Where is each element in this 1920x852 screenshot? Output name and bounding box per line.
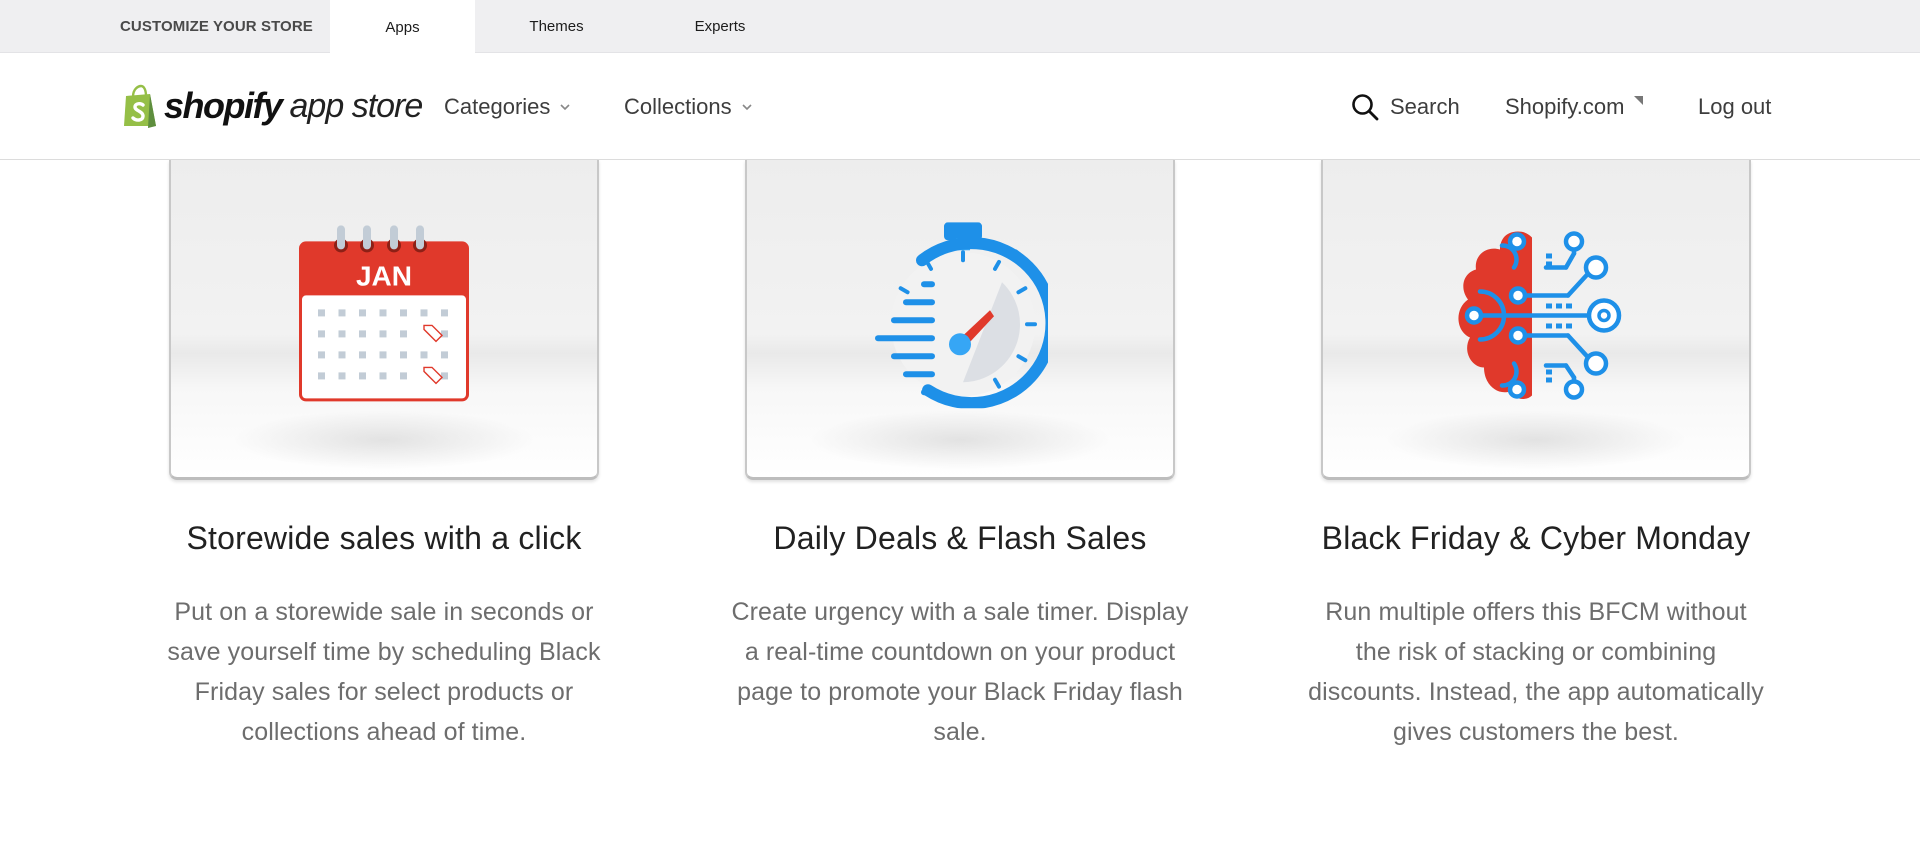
calendar-day-dot — [379, 329, 387, 337]
card-shadow — [231, 410, 537, 470]
chevron-down-icon — [742, 104, 752, 111]
calendar-day-dot — [441, 308, 448, 316]
logo-suffix: app store — [289, 86, 424, 125]
feature-card-daily-deals[interactable] — [745, 160, 1175, 480]
calendar-day-dot — [379, 350, 387, 358]
shopify-com-link[interactable]: Shopify.com — [1505, 93, 1644, 121]
calendar-month-label: JAN — [356, 260, 412, 291]
feature-description: Create urgency with a sale timer. Displa… — [731, 598, 1189, 746]
shopify-bag-icon — [124, 84, 156, 128]
calendar-day-dot — [318, 371, 325, 379]
customize-your-store-label: CUSTOMIZE YOUR STORE — [120, 18, 313, 35]
calendar-day-dot — [420, 350, 428, 358]
calendar-day-dot — [318, 329, 325, 337]
calendar-day-dot — [359, 329, 366, 337]
categories-label: Categories — [444, 94, 551, 119]
card-shadow — [807, 410, 1113, 470]
calendar-day-dot — [338, 371, 346, 379]
collections-label: Collections — [624, 94, 732, 119]
stopwatch-icon — [875, 221, 1048, 408]
calendar-day-dot — [441, 350, 448, 358]
collections-dropdown[interactable]: Collections — [624, 93, 752, 121]
feature-title: Black Friday & Cyber Monday — [1321, 520, 1751, 556]
calendar-day-dot — [318, 308, 325, 316]
search-button[interactable]: Search — [1350, 93, 1460, 121]
search-icon — [1352, 94, 1379, 121]
calendar-day-dot — [379, 371, 387, 379]
calendar-day-dot — [400, 350, 407, 358]
feature-card-bfcm[interactable] — [1321, 160, 1751, 480]
feature-card-storewide-sales[interactable]: JAN — [169, 160, 599, 480]
calendar-day-dot — [441, 329, 448, 337]
feature-description: Put on a storewide sale in seconds or sa… — [167, 598, 601, 746]
shopify-com-label: Shopify.com — [1505, 94, 1625, 119]
categories-dropdown[interactable]: Categories — [444, 93, 570, 121]
external-corner-icon — [1634, 95, 1644, 105]
calendar-day-dot — [338, 308, 346, 316]
feature-title: Daily Deals & Flash Sales — [773, 520, 1147, 556]
calendar-day-dot — [359, 371, 366, 379]
tab-themes[interactable]: Themes — [475, 0, 638, 53]
brain-circuit-icon — [1458, 230, 1622, 400]
search-label: Search — [1390, 94, 1460, 119]
site-header: shopify app store Categories Collections… — [0, 53, 1920, 160]
chevron-down-icon — [560, 104, 570, 111]
calendar-day-dot — [359, 350, 366, 358]
shopify-app-store-logo[interactable]: shopify app store — [120, 81, 424, 131]
calendar-day-dot — [318, 350, 325, 358]
calendar-day-dot — [338, 329, 346, 337]
top-navigation-strip: CUSTOMIZE YOUR STORE Apps Themes Experts — [0, 0, 1920, 54]
calendar-day-dot — [400, 329, 407, 337]
feature-title: Storewide sales with a click — [186, 520, 582, 556]
tab-experts[interactable]: Experts — [638, 0, 802, 53]
calendar-day-dot — [338, 350, 346, 358]
calendar-day-dot — [400, 371, 407, 379]
calendar-day-dot — [400, 308, 407, 316]
calendar-icon: JAN — [299, 224, 469, 401]
calendar-day-dot — [420, 308, 428, 316]
calendar-day-dot — [441, 371, 448, 379]
log-out-link[interactable]: Log out — [1698, 93, 1771, 121]
calendar-day-dot — [379, 308, 387, 316]
card-shadow — [1383, 410, 1689, 470]
logo-wordmark: shopify — [164, 85, 283, 126]
calendar-day-dot — [359, 308, 366, 316]
feature-description: Run multiple offers this BFCM without th… — [1308, 598, 1764, 746]
tab-apps[interactable]: Apps — [330, 0, 475, 54]
